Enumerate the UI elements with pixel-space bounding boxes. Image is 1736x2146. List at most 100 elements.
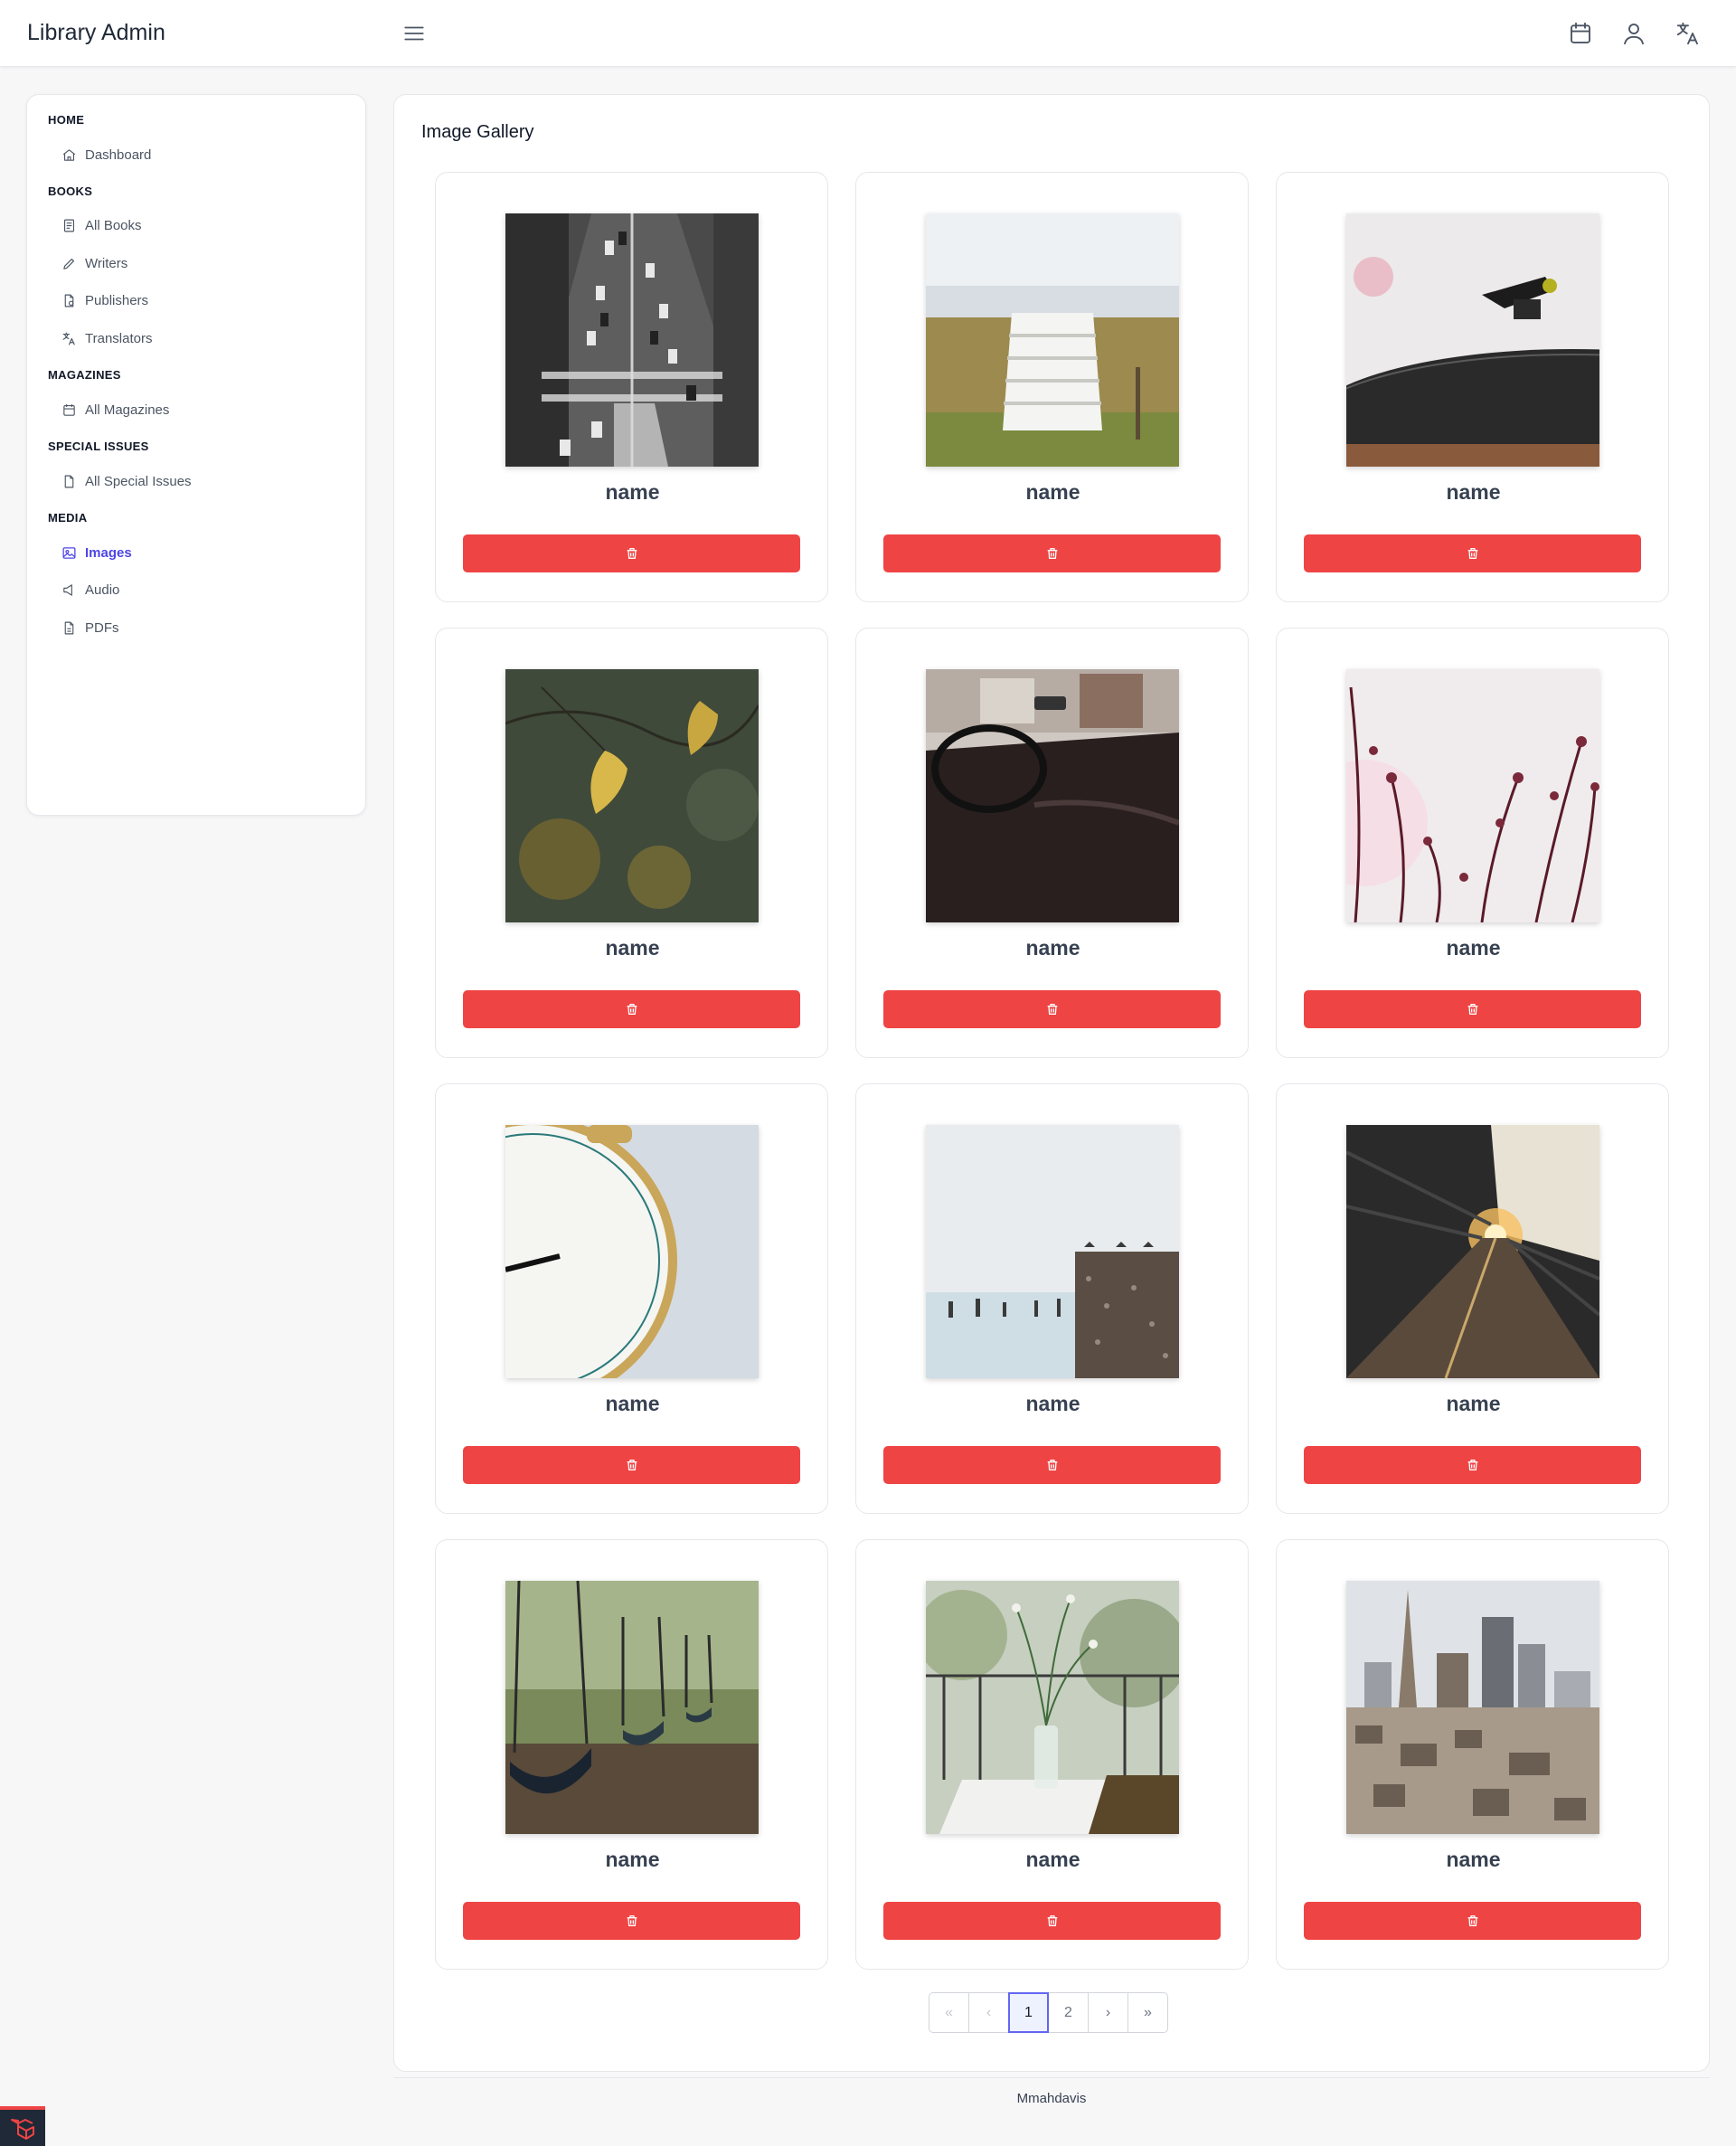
sidebar-item-label: Images [85,544,132,561]
section-title-books: BOOKS [48,184,93,198]
card-title: name [605,1848,660,1871]
card-title: name [1446,480,1501,504]
sidebar-item-label: All Magazines [85,402,170,418]
last-page-button[interactable]: » [1127,1992,1168,2033]
section-title-media: MEDIA [48,511,88,525]
delete-button[interactable] [883,534,1221,572]
beach-steps-photo[interactable] [926,213,1179,467]
delete-button[interactable] [1304,1902,1641,1940]
trash-icon [1047,1460,1057,1470]
train-platform-photo[interactable] [1346,1125,1599,1378]
sidebar-item-writers[interactable]: Writers [61,252,127,274]
delete-button[interactable] [883,1446,1221,1484]
pdf-icon [64,621,74,634]
card-title: name [1446,1848,1501,1871]
card-title: name [605,480,660,504]
image-card: name [855,1083,1249,1514]
delete-button[interactable] [1304,990,1641,1028]
card-title: name [1025,480,1080,504]
pencil-icon [63,258,75,269]
sidebar-item-label: All Books [85,217,142,233]
sidebar-item-label: Translators [85,330,153,346]
delete-button[interactable] [883,1902,1221,1940]
delete-button[interactable] [463,1902,800,1940]
sidebar-item-audio[interactable]: Audio [61,579,119,600]
delete-button[interactable] [1304,534,1641,572]
brand-title[interactable]: Library Admin [27,20,165,46]
image-card: name [1276,172,1669,602]
card-title: name [1446,936,1501,960]
sidebar-item-dashboard[interactable]: Dashboard [61,144,151,165]
sidebar-item-label: PDFs [85,619,119,636]
footer-divider [393,2077,1710,2078]
delete-button[interactable] [883,990,1221,1028]
calendar-icon[interactable] [1567,20,1594,47]
trash-icon [627,1460,637,1470]
top-navbar: Library Admin [0,0,1736,67]
trash-icon [1467,1004,1477,1015]
sidebar-item-label: Dashboard [85,147,152,163]
image-card: name [435,172,828,602]
section-title-home: HOME [48,113,85,127]
image-icon [62,546,76,559]
delete-button[interactable] [463,1446,800,1484]
image-card: name [435,1539,828,1970]
laravel-logo-icon[interactable] [0,2106,45,2146]
trash-icon [1047,548,1057,559]
translate-icon[interactable] [1675,20,1702,47]
record-player-photo[interactable] [1346,213,1599,467]
car-interior-photo[interactable] [926,669,1179,922]
menu-icon[interactable] [401,22,427,45]
playground-swings-photo[interactable] [505,1581,759,1834]
sidebar-item-label: All Special Issues [85,473,192,489]
sidebar-item-publishers[interactable]: Publishers [61,289,148,311]
image-card: name [1276,1539,1669,1970]
calendar-icon [63,403,75,416]
trash-icon [1047,1004,1057,1015]
footer-text: Mmahdavis [1016,2091,1087,2106]
prev-page-button[interactable]: ‹ [968,1992,1009,2033]
trash-icon [1467,1460,1477,1470]
main-panel: Image Gallery name name name name name n… [393,94,1710,2072]
sea-birds-photo[interactable] [926,1125,1179,1378]
autumn-leaves-photo[interactable] [505,669,759,922]
card-title: name [1025,1392,1080,1415]
speaker-icon [63,583,72,596]
image-card: name [855,1539,1249,1970]
blossom-branches-photo[interactable] [1346,669,1599,922]
section-title-magazines: MAGAZINES [48,368,121,382]
image-card: name [1276,1083,1669,1514]
trash-icon [627,1915,637,1926]
aerial-street-photo[interactable] [505,213,759,467]
image-card: name [855,628,1249,1058]
card-title: name [605,1392,660,1415]
sidebar-item-all-special-issues[interactable]: All Special Issues [61,470,192,492]
section-title-special-issues: SPECIAL ISSUES [48,440,149,453]
sidebar-item-translators[interactable]: Translators [61,327,152,349]
image-card: name [435,1083,828,1514]
sidebar-item-all-magazines[interactable]: All Magazines [61,399,169,421]
document-icon [64,475,74,487]
sidebar-item-label: Writers [85,255,128,271]
home-icon [62,148,76,161]
next-page-button[interactable]: › [1088,1992,1128,2033]
trash-icon [627,548,637,559]
trash-icon [1467,548,1477,559]
card-title: name [1446,1392,1501,1415]
sidebar-item-images[interactable]: Images [61,542,132,563]
sidebar-item-all-books[interactable]: All Books [61,214,142,236]
city-skyline-photo[interactable] [1346,1581,1599,1834]
user-icon[interactable] [1620,20,1647,47]
delete-button[interactable] [1304,1446,1641,1484]
page-1-button[interactable]: 1 [1008,1992,1049,2033]
flower-vase-photo[interactable] [926,1581,1179,1834]
alarm-clock-photo[interactable] [505,1125,759,1378]
file-icon [64,294,74,307]
sidebar-item-label: Audio [85,581,120,598]
page-2-button[interactable]: 2 [1048,1992,1089,2033]
image-card: name [855,172,1249,602]
delete-button[interactable] [463,534,800,572]
delete-button[interactable] [463,990,800,1028]
first-page-button[interactable]: « [929,1992,969,2033]
sidebar-item-pdfs[interactable]: PDFs [61,617,119,638]
